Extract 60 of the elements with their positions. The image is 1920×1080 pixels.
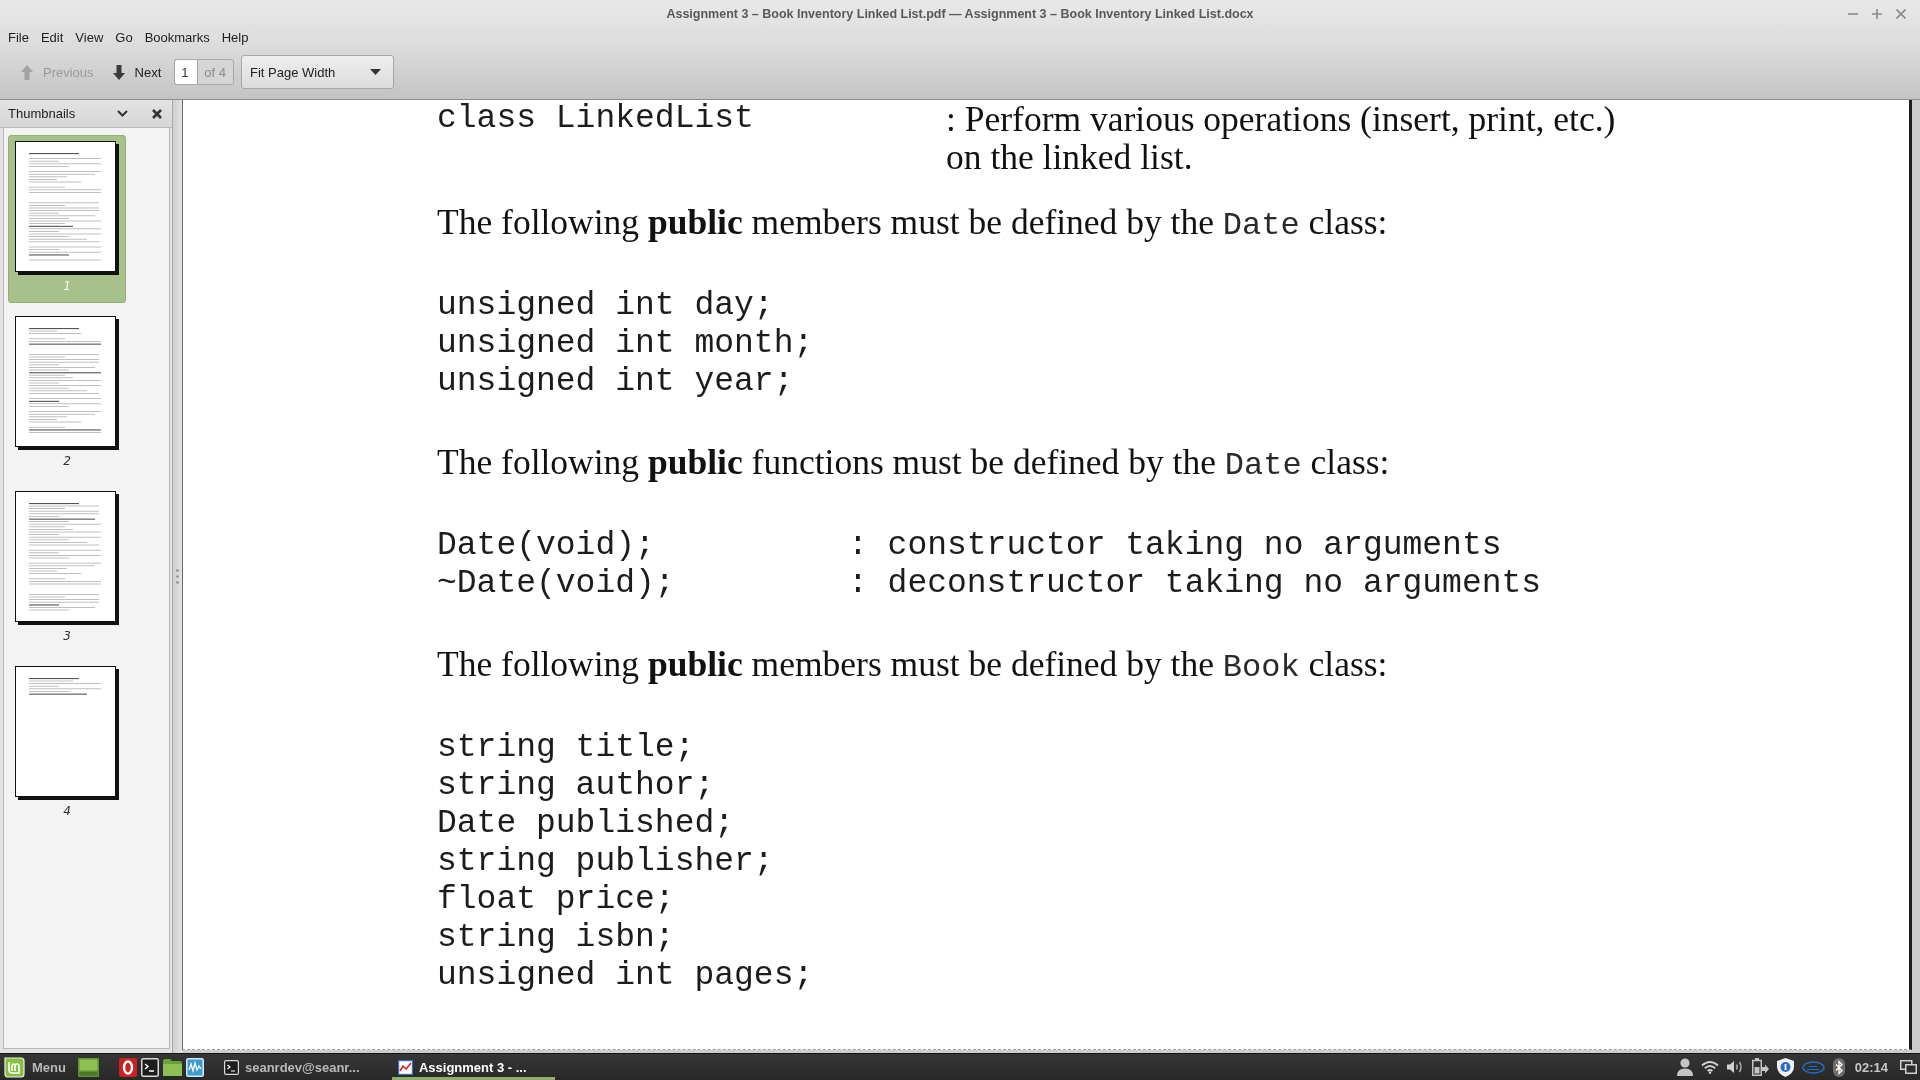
arrow-up-icon [21, 64, 33, 80]
chevron-down-icon [117, 110, 128, 117]
thumbnail-item[interactable]: 2 [8, 310, 126, 478]
ring-tile-icon[interactable] [118, 1057, 137, 1077]
user-icon[interactable] [1676, 1058, 1693, 1076]
menu-item[interactable]: Bookmarks [139, 28, 215, 47]
bluetooth-icon[interactable] [1832, 1057, 1845, 1077]
taskbar-window-button[interactable]: Assignment 3 - ... [391, 1054, 555, 1080]
shield-icon[interactable] [1776, 1057, 1794, 1077]
window-title: Assignment 3 – Book Inventory Linked List.pdf — Assignment 3 – Book Inventory Linked List.docx [666, 6, 1254, 21]
body-text: The following public members must be defined by the Date class: [437, 203, 1389, 245]
caret-icon [370, 69, 381, 75]
code-line: Date(void); [437, 527, 656, 565]
oval-logo-icon[interactable] [1801, 1060, 1825, 1074]
code-line: unsigned int day; [437, 287, 774, 325]
description-text: : Perform various operations (insert, print, etc.) on the linked list. [946, 100, 1617, 176]
code-line: class LinkedList [437, 100, 755, 138]
thumbnail-item[interactable]: 4 [8, 660, 126, 828]
zoom-dropdown[interactable]: Fit Page Width [241, 55, 394, 89]
taskbar-window-button[interactable]: seanrdev@seanr... [217, 1054, 368, 1080]
menu-item[interactable]: View [70, 28, 109, 47]
thumbnail-item[interactable]: 3 [8, 485, 126, 653]
menu-item[interactable]: Help [216, 28, 254, 47]
start-menu-button[interactable]: Menu [0, 1054, 72, 1080]
menu-item[interactable]: Edit [35, 28, 69, 47]
description-text: : constructor taking no arguments [848, 527, 1503, 565]
code-line: unsigned int pages; [437, 957, 814, 995]
code-line: string publisher; [437, 843, 774, 881]
body-text: The following public members must be defined by the Book class: [437, 645, 1389, 687]
terminal-icon [223, 1059, 239, 1075]
menu-item[interactable]: File [3, 28, 34, 47]
grip-icon [176, 569, 179, 584]
maximize-icon[interactable] [1872, 8, 1882, 19]
leaf-logo-icon [4, 1056, 25, 1078]
next-button[interactable]: Next [110, 60, 164, 84]
menu-item[interactable]: Go [110, 28, 138, 47]
battery-icon[interactable] [1751, 1058, 1769, 1076]
terminal-icon[interactable] [140, 1057, 159, 1077]
folder-icon[interactable] [162, 1058, 182, 1076]
wifi-icon[interactable] [1700, 1060, 1719, 1074]
body-text: The following public functions must be defined by the Date class: [437, 443, 1391, 485]
code-line: string isbn; [437, 919, 675, 957]
code-line: string title; [437, 729, 695, 767]
page-count-label: of 4 [197, 59, 234, 85]
windows-stack-icon[interactable] [1900, 1060, 1917, 1074]
close-icon[interactable] [152, 108, 162, 119]
page-field[interactable]: 1 [174, 59, 198, 85]
code-line: float price; [437, 881, 675, 919]
clock-text[interactable]: 02:14 [1854, 1059, 1888, 1075]
code-line: unsigned int month; [437, 325, 814, 363]
waveform-tile-icon[interactable] [185, 1057, 204, 1077]
chart-document-icon [397, 1059, 413, 1075]
code-line: Date published; [437, 805, 735, 843]
code-line: ~Date(void); [437, 565, 676, 603]
description-text: : deconstructor taking no arguments [848, 565, 1543, 603]
arrow-down-icon [112, 64, 125, 80]
volume-icon[interactable] [1726, 1060, 1744, 1074]
screen-icon[interactable] [77, 1057, 99, 1077]
code-line: string author; [437, 767, 715, 805]
code-line: unsigned int year; [437, 363, 794, 401]
